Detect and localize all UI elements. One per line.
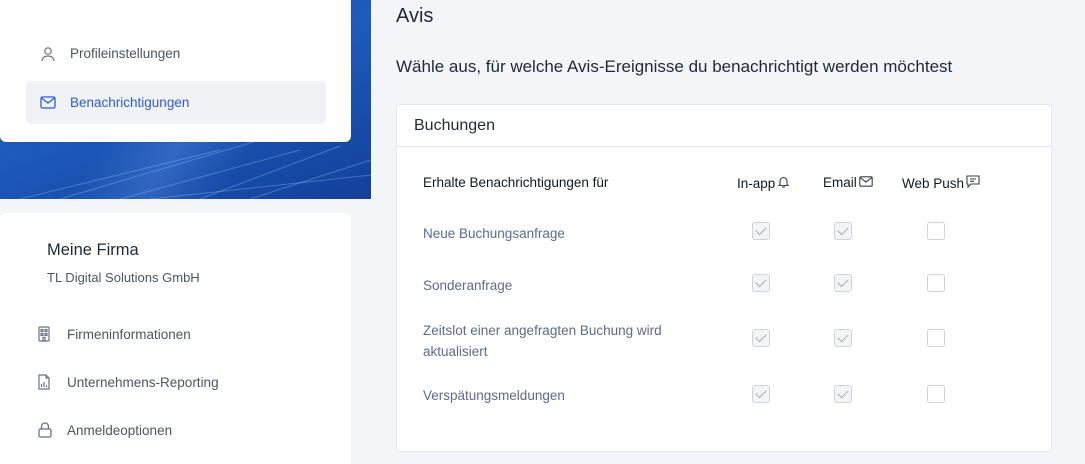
table-header-label: Erhalte Benachrichtigungen für xyxy=(423,175,609,190)
column-header-email-label: Email xyxy=(823,175,857,190)
nav-item-profile[interactable]: Profileinstellungen xyxy=(26,32,326,75)
checkbox-special-request-webpush[interactable] xyxy=(927,274,945,292)
building-icon xyxy=(36,326,67,342)
company-name: TL Digital Solutions GmbH xyxy=(47,270,200,285)
mail-icon xyxy=(26,96,70,109)
column-header-inapp: In-app xyxy=(737,175,790,191)
checkbox-timeslot-inapp[interactable] xyxy=(752,329,770,347)
checkbox-timeslot-webpush[interactable] xyxy=(927,329,945,347)
bell-icon xyxy=(777,175,790,191)
user-icon xyxy=(26,46,70,62)
checkbox-delay-webpush[interactable] xyxy=(927,385,945,403)
menu-item-reporting[interactable]: Unternehmens-Reporting xyxy=(36,370,219,394)
menu-item-login-options-label: Anmeldeoptionen xyxy=(67,422,173,438)
nav-item-notifications-label: Benachrichtigungen xyxy=(70,95,190,110)
message-icon xyxy=(966,175,980,191)
mail-icon xyxy=(859,175,873,190)
checkbox-special-request-inapp[interactable] xyxy=(752,274,770,292)
column-header-webpush: Web Push xyxy=(902,175,980,191)
panel-title: Buchungen xyxy=(397,105,1051,147)
menu-item-company-info[interactable]: Firmeninformationen xyxy=(36,322,191,346)
row-label-timeslot-updated: Zeitslot einer angefragten Buchung wird … xyxy=(423,323,662,359)
report-icon xyxy=(36,374,67,390)
page-subtitle: Wähle aus, für welche Avis-Ereignisse du… xyxy=(396,57,953,76)
checkbox-delay-email[interactable] xyxy=(834,385,852,403)
column-header-inapp-label: In-app xyxy=(737,175,776,191)
row-label-special-request: Sonderanfrage xyxy=(423,278,513,293)
checkbox-delay-inapp[interactable] xyxy=(752,385,770,403)
checkbox-new-booking-email[interactable] xyxy=(834,222,852,240)
row-label-delay-notices: Verspätungsmeldungen xyxy=(423,388,565,403)
lock-icon xyxy=(36,422,67,438)
account-nav-card: Profileinstellungen Benachrichtigungen xyxy=(0,0,351,142)
checkbox-special-request-email[interactable] xyxy=(834,274,852,292)
menu-item-company-info-label: Firmeninformationen xyxy=(67,326,191,342)
checkbox-new-booking-webpush[interactable] xyxy=(927,222,945,240)
nav-item-notifications[interactable]: Benachrichtigungen xyxy=(26,81,326,124)
column-header-email: Email xyxy=(823,175,873,190)
menu-item-reporting-label: Unternehmens-Reporting xyxy=(67,374,219,390)
company-section-title: Meine Firma xyxy=(47,241,139,259)
checkbox-timeslot-email[interactable] xyxy=(834,329,852,347)
row-label-new-booking-request: Neue Buchungsanfrage xyxy=(423,226,565,241)
menu-item-login-options[interactable]: Anmeldeoptionen xyxy=(36,418,172,442)
page-title: Avis xyxy=(396,5,434,27)
column-header-webpush-label: Web Push xyxy=(902,175,965,191)
nav-item-profile-label: Profileinstellungen xyxy=(70,46,181,61)
checkbox-new-booking-inapp[interactable] xyxy=(752,222,770,240)
